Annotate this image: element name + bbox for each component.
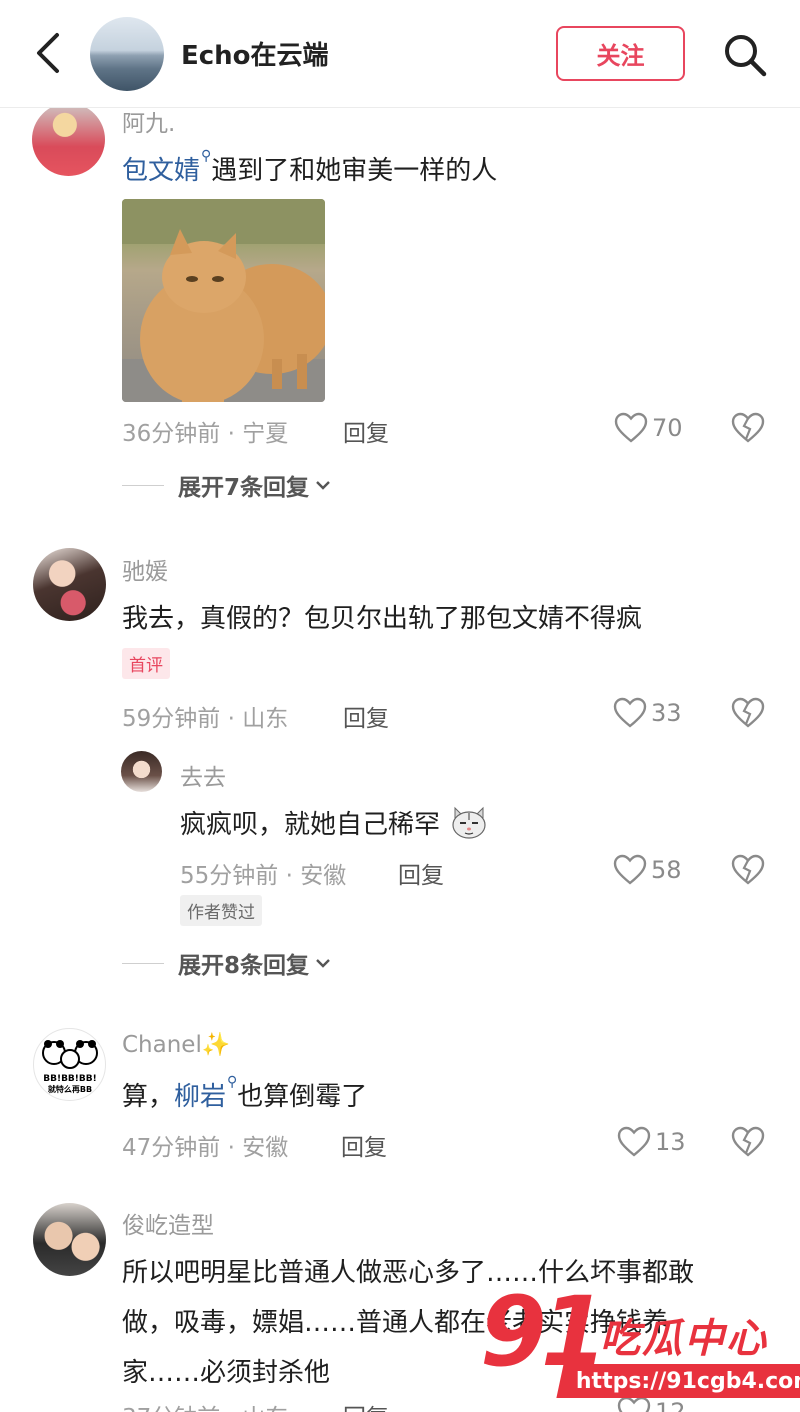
- like-count: 58: [651, 856, 682, 884]
- svg-text:就特么再BB: 就特么再BB: [48, 1084, 92, 1094]
- back-button[interactable]: [28, 28, 68, 78]
- heart-icon: [617, 1126, 651, 1157]
- like-button[interactable]: 70: [614, 412, 683, 444]
- dislike-button[interactable]: [731, 854, 765, 890]
- comment-text: 算，柳岩⚲也算倒霉了: [122, 1074, 368, 1112]
- dislike-button[interactable]: [731, 412, 765, 448]
- site-watermark: 91 吃瓜中心 https://91cgb4.com: [480, 1284, 800, 1404]
- username[interactable]: 驰媛: [122, 552, 168, 586]
- search-small-icon: ⚲: [227, 1074, 238, 1090]
- comment-text: 我去，真假的？包贝尔出轨了那包文婧不得疯: [122, 604, 643, 634]
- mention-link[interactable]: 柳岩: [174, 1082, 226, 1112]
- reply-button[interactable]: 回复: [343, 414, 389, 448]
- comment-text: 疯疯呗，就她自己稀罕: [180, 804, 488, 841]
- reply-button[interactable]: 回复: [341, 1128, 387, 1162]
- chevron-down-icon: [316, 481, 330, 490]
- user-avatar[interactable]: [121, 751, 162, 792]
- heart-icon: [613, 697, 647, 728]
- comment-meta: 47分钟前 · 安徽: [122, 1135, 289, 1161]
- broken-heart-icon: [731, 412, 765, 443]
- like-button[interactable]: 58: [613, 854, 682, 886]
- search-icon: [725, 35, 767, 77]
- reply-button[interactable]: 回复: [343, 1398, 389, 1412]
- user-avatar[interactable]: BB!BB!BB! 就特么再BB: [33, 1028, 106, 1101]
- user-avatar[interactable]: [32, 103, 105, 176]
- like-button[interactable]: 13: [617, 1126, 686, 1158]
- author-liked-badge: 作者赞过: [180, 895, 262, 926]
- heart-icon: [613, 854, 647, 885]
- username[interactable]: Chanel✨: [122, 1031, 231, 1058]
- like-count: 70: [652, 414, 683, 442]
- svg-text:BB!BB!BB!: BB!BB!BB!: [43, 1074, 96, 1084]
- cat-photo: [122, 199, 325, 402]
- search-small-icon: ⚲: [201, 148, 212, 164]
- first-comment-badge: 首评: [122, 648, 170, 679]
- user-avatar[interactable]: [33, 1203, 106, 1276]
- expand-replies-button[interactable]: 展开7条回复: [122, 468, 332, 502]
- top-bar: Echo在云端 关注: [0, 0, 800, 108]
- profile-avatar[interactable]: [90, 17, 164, 91]
- comment-text: 包文婧⚲遇到了和她审美一样的人: [122, 148, 498, 186]
- like-count: 13: [655, 1128, 686, 1156]
- comment-meta: 59分钟前 · 山东: [122, 706, 289, 732]
- watermark-title: 吃瓜中心: [600, 1316, 768, 1362]
- comment-image[interactable]: [122, 199, 325, 402]
- comment-text-line: 家……必须封杀他: [122, 1358, 331, 1388]
- mention-link[interactable]: 包文婧: [122, 156, 200, 186]
- comment-meta: 36分钟前 · 宁夏: [122, 421, 289, 447]
- broken-heart-icon: [731, 697, 765, 728]
- like-count: 33: [651, 699, 682, 727]
- broken-heart-icon: [731, 854, 765, 885]
- chevron-down-icon: [316, 959, 330, 968]
- heart-icon: [614, 412, 648, 443]
- like-button[interactable]: 33: [613, 697, 682, 729]
- divider-line: [122, 962, 164, 964]
- search-button[interactable]: [718, 28, 772, 82]
- follow-button[interactable]: 关注: [556, 26, 685, 81]
- dislike-button[interactable]: [731, 697, 765, 733]
- username[interactable]: 俊屹造型: [122, 1206, 214, 1240]
- panda-meme-image: BB!BB!BB! 就特么再BB: [42, 1040, 98, 1094]
- expand-replies-button[interactable]: 展开8条回复: [122, 946, 332, 980]
- comment-meta: 37分钟前 · 山东: [122, 1398, 288, 1412]
- comment-meta: 55分钟前 · 安徽: [180, 863, 347, 889]
- reply-button[interactable]: 回复: [398, 856, 444, 890]
- cat-face-emoji: [452, 806, 486, 839]
- reply-button[interactable]: 回复: [343, 699, 389, 733]
- username[interactable]: 去去: [180, 758, 226, 792]
- dislike-button[interactable]: [731, 1126, 765, 1162]
- watermark-url: https://91cgb4.com: [556, 1364, 800, 1398]
- user-avatar[interactable]: [33, 548, 106, 621]
- broken-heart-icon: [731, 1126, 765, 1157]
- chevron-left-icon: [37, 33, 59, 73]
- divider-line: [122, 484, 164, 486]
- profile-name[interactable]: Echo在云端: [181, 35, 329, 72]
- username[interactable]: 阿九.: [122, 104, 175, 138]
